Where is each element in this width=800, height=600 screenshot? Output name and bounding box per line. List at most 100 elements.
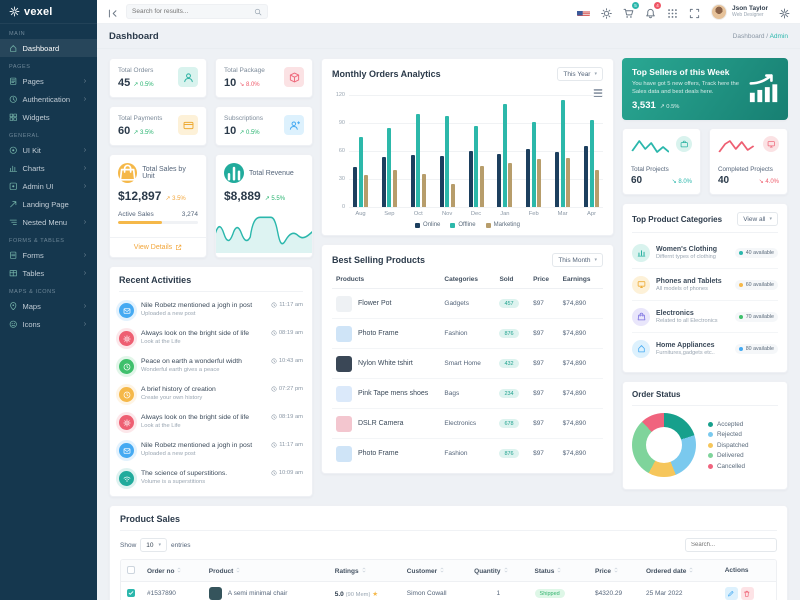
sidebar-item-forms[interactable]: Forms [0,246,97,264]
bar-offline[interactable] [358,137,363,207]
bar-offline[interactable] [416,113,421,207]
delete-button[interactable] [740,587,754,600]
bar-offline[interactable] [445,116,450,207]
activity-item[interactable]: Always look on the bright side of life L… [119,408,303,436]
sidebar-item-icons[interactable]: Icons [0,315,97,333]
notifications-bell-icon[interactable]: 4 [645,2,661,19]
sidebar-item-dashboard[interactable]: Dashboard [0,39,97,57]
sidebar-collapse-icon[interactable] [107,6,118,18]
legend-item-offline[interactable]: Offline [450,222,476,228]
bar-offline[interactable] [502,104,507,207]
sidebar-item-pages[interactable]: Pages [0,72,97,90]
category-item-women-s-clothing[interactable]: Women's Clothing Differnt types of cloth… [632,237,778,268]
column-header-status[interactable]: Status [528,560,590,582]
theme-sun-icon[interactable] [601,6,612,19]
sidebar-item-landing-page[interactable]: Landing Page [0,195,97,213]
row-checkbox[interactable] [127,589,135,597]
bar-marketing[interactable] [508,163,513,207]
column-header-actions[interactable]: Actions [718,560,776,582]
edit-button[interactable] [724,587,738,600]
bar-online[interactable] [526,149,531,207]
category-item-phones-and-tablets[interactable]: Phones and Tablets All models of phones … [632,268,778,300]
bar-marketing[interactable] [392,169,397,207]
column-header-price[interactable]: Price [529,271,559,289]
apps-grid-icon[interactable] [667,6,678,18]
bar-offline[interactable] [531,122,536,207]
bar-online[interactable] [381,156,386,207]
column-header-quantity[interactable]: Quantity [468,560,529,582]
bar-online[interactable] [555,151,560,207]
category-item-home-appliances[interactable]: Home Appliances Furnitures,gadgets etc..… [632,332,778,364]
bar-marketing[interactable] [595,169,599,207]
column-header-order-no[interactable]: Order no [141,560,203,582]
bar-online[interactable] [468,151,473,207]
view-details-link[interactable]: View Details [110,237,206,257]
sidebar-item-admin-ui[interactable]: Admin UI [0,177,97,195]
search-icon[interactable] [254,8,262,16]
sidebar-item-nested-menu[interactable]: Nested Menu [0,213,97,231]
order-status-legend-delivered[interactable]: Delivered [708,452,749,459]
activity-item[interactable]: Nile Robetz mentioned a jogh in post Upl… [119,436,303,464]
select-all-checkbox[interactable] [127,565,135,574]
bar-marketing[interactable] [421,174,426,207]
sidebar-item-widgets[interactable]: Widgets [0,108,97,126]
entries-select[interactable]: 10 ▾ [140,538,168,552]
bar-online[interactable] [353,166,357,207]
order-status-legend-accepted[interactable]: Accepted [708,421,749,428]
settings-gear-icon[interactable] [779,6,790,19]
bar-offline[interactable] [474,125,478,207]
bar-offline[interactable] [560,99,565,207]
monthly-filter-select[interactable]: This Year ▾ [557,67,603,81]
order-status-legend-rejected[interactable]: Rejected [708,431,749,438]
bar-marketing[interactable] [537,159,542,207]
activity-item[interactable]: Nile Robetz mentioned a jogh in post Upl… [119,296,303,324]
column-header-categories[interactable]: Categories [440,271,496,289]
chart-menu-icon[interactable] [593,85,603,97]
legend-item-marketing[interactable]: Marketing [485,222,520,228]
bar-marketing[interactable] [566,158,571,207]
column-header-price[interactable]: Price [589,560,640,582]
sidebar-item-charts[interactable]: Charts [0,159,97,177]
category-item-electronics[interactable]: Electronics Related to all Electronics 7… [632,300,778,332]
order-status-legend-dispatched[interactable]: Dispatched [708,442,749,449]
bar-offline[interactable] [387,127,392,207]
best-selling-filter-select[interactable]: This Month ▾ [552,253,603,267]
app-logo[interactable]: vexel [0,0,97,24]
best-selling-row[interactable]: DSLR Camera Electronics 678 $97 $74,890 [332,408,603,439]
activity-item[interactable]: The science of superstitions. Volume is … [119,464,303,492]
sidebar-item-maps[interactable]: Maps [0,297,97,315]
activity-item[interactable]: A brief history of creation Create your … [119,380,303,408]
sidebar-item-authentication[interactable]: Authentication [0,90,97,108]
sidebar-item-tables[interactable]: Tables [0,264,97,282]
best-selling-row[interactable]: Photo Frame Fashion 876 $97 $74,890 [332,318,603,349]
column-header-ratings[interactable]: Ratings [328,560,401,582]
bar-online[interactable] [584,146,588,207]
bar-marketing[interactable] [479,165,484,207]
column-header-ordered-date[interactable]: Ordered date [639,560,719,582]
order-row[interactable]: #1537890 A semi minimal chair 5.0 (90 Me… [121,581,776,600]
bar-online[interactable] [497,153,502,207]
language-flag-icon[interactable] [576,7,590,16]
column-header-products[interactable]: Products [332,271,441,289]
order-status-legend-cancelled[interactable]: Cancelled [708,463,749,470]
best-selling-row[interactable]: Nylon White tshirt Smart Home 432 $97 $7… [332,348,603,379]
categories-filter-select[interactable]: View all ▾ [737,212,778,226]
bar-marketing[interactable] [364,175,368,207]
user-menu[interactable]: Json Taylor Web Designer [710,3,768,20]
legend-item-online[interactable]: Online [415,222,440,228]
bar-online[interactable] [410,154,415,207]
best-selling-row[interactable]: Pink Tape mens shoes Bags 234 $97 $74,89… [332,378,603,409]
bar-offline[interactable] [589,120,594,207]
column-header-sold[interactable]: Sold [495,271,530,289]
table-search-input[interactable] [685,538,777,552]
fullscreen-icon[interactable] [689,6,700,19]
column-header-customer[interactable]: Customer [400,560,469,582]
bar-marketing[interactable] [450,183,455,207]
cart-icon[interactable]: 5 [623,2,639,18]
activity-item[interactable]: Always look on the bright side of life L… [119,324,303,352]
best-selling-row[interactable]: Photo Frame Fashion 876 $97 $74,890 [332,439,603,469]
breadcrumb-root[interactable]: Dashboard [733,33,765,40]
column-header-product[interactable]: Product [202,560,329,582]
activity-item[interactable]: Peace on earth a wonderful width Wonderf… [119,352,303,380]
sidebar-item-ui-kit[interactable]: UI Kit [0,141,97,159]
